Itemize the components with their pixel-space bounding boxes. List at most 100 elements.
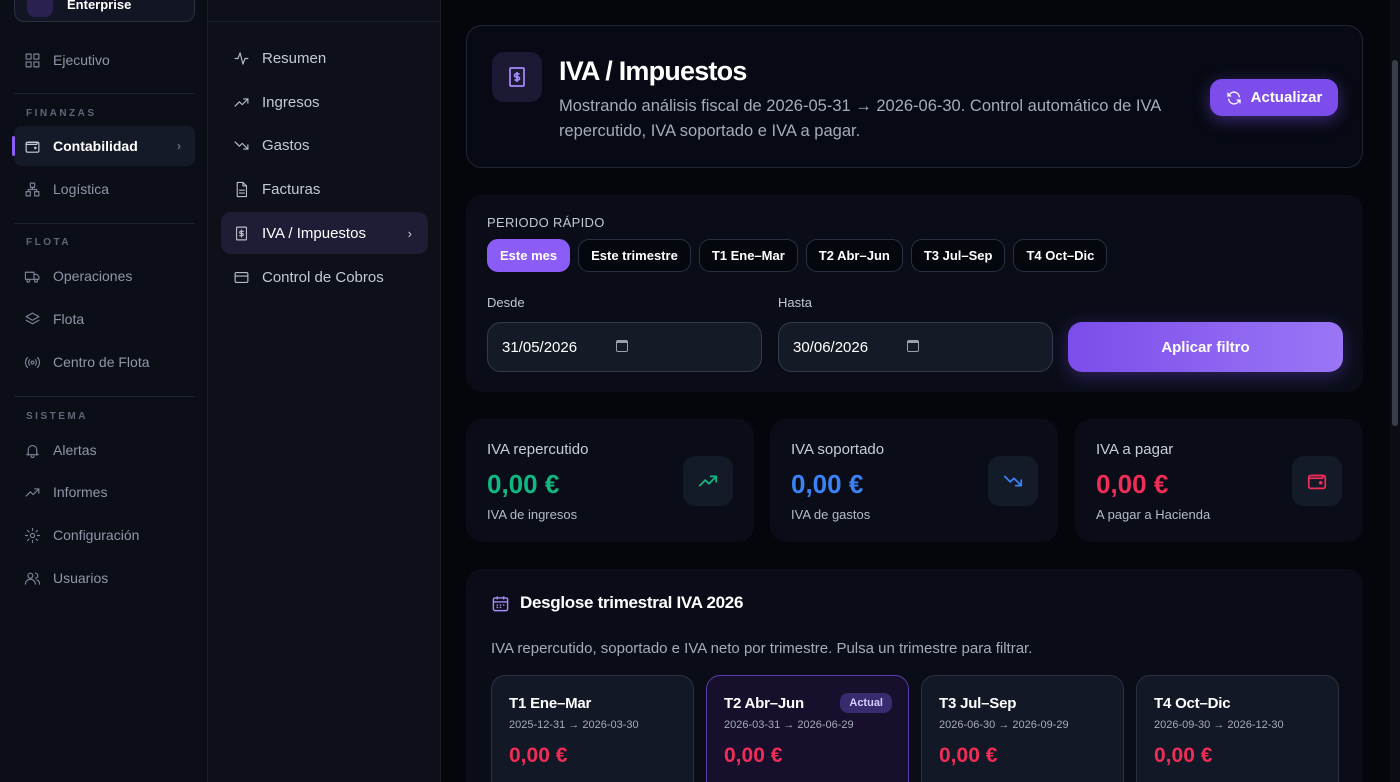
chip-este-mes[interactable]: Este mes bbox=[487, 239, 571, 272]
trend-up-icon bbox=[233, 94, 250, 111]
stat-value: 0,00 € bbox=[1096, 469, 1169, 499]
chip-t4[interactable]: T4 Oct–Dic bbox=[1013, 239, 1108, 272]
scrollbar-thumb[interactable] bbox=[1392, 60, 1398, 426]
chip-t1[interactable]: T1 Ene–Mar bbox=[698, 239, 798, 272]
sidebar-item-label: Informes bbox=[53, 484, 108, 500]
subnav-item-gastos[interactable]: Gastos bbox=[221, 124, 428, 166]
gear-icon bbox=[24, 527, 41, 544]
sidebar-item-centro-de-flota[interactable]: Centro de Flota bbox=[14, 342, 195, 382]
sidebar-item-logistica[interactable]: Logística bbox=[14, 169, 195, 209]
sidebar-item-flota[interactable]: Flota bbox=[14, 299, 195, 339]
sub-navigation: Resumen Ingresos Gastos Facturas IVA / I… bbox=[208, 0, 441, 782]
brand-switcher[interactable]: Enterprise bbox=[14, 0, 195, 22]
users-icon bbox=[24, 570, 41, 587]
stat-subtitle: IVA de ingresos bbox=[487, 507, 578, 522]
page-scrollbar[interactable] bbox=[1390, 0, 1400, 782]
sidebar-item-operaciones[interactable]: Operaciones bbox=[14, 256, 195, 296]
sidebar-item-configuracion[interactable]: Configuración bbox=[14, 515, 195, 555]
quarter-card-t4[interactable]: T4 Oct–Dic 2026-09-30 → 2026-12-30 0,00 … bbox=[1136, 675, 1339, 782]
apply-filter-button[interactable]: Aplicar filtro bbox=[1068, 322, 1343, 372]
trend-down-icon bbox=[988, 456, 1038, 506]
main-sidebar: Enterprise Ejecutivo FINANZAS Contabilid… bbox=[0, 0, 208, 782]
sidebar-divider bbox=[14, 396, 195, 397]
subnav-item-iva-impuestos[interactable]: IVA / Impuestos › bbox=[221, 212, 428, 254]
subnav-item-facturas[interactable]: Facturas bbox=[221, 168, 428, 210]
quarter-value: 0,00 € bbox=[509, 744, 568, 767]
chevron-right-icon: › bbox=[177, 139, 181, 153]
sidebar-item-ejecutivo[interactable]: Ejecutivo bbox=[14, 40, 195, 80]
receipt-icon bbox=[233, 225, 250, 242]
subnav-item-label: IVA / Impuestos bbox=[262, 224, 366, 242]
quarter-name: T4 Oct–Dic bbox=[1154, 695, 1231, 712]
sidebar-item-label: Contabilidad bbox=[53, 138, 138, 154]
to-date-label: Hasta bbox=[778, 295, 812, 310]
bell-icon bbox=[24, 442, 41, 459]
sidebar-item-usuarios[interactable]: Usuarios bbox=[14, 558, 195, 598]
activity-icon bbox=[233, 50, 250, 67]
truck-icon bbox=[24, 268, 41, 285]
quarter-range: 2026-03-31 → 2026-06-29 bbox=[724, 719, 854, 731]
trend-up-icon bbox=[683, 456, 733, 506]
subnav-item-control-de-cobros[interactable]: Control de Cobros bbox=[221, 256, 428, 298]
subnav-item-label: Control de Cobros bbox=[262, 268, 384, 286]
stat-value: 0,00 € bbox=[487, 469, 560, 499]
quick-period-chips: Este mes Este trimestre T1 Ene–Mar T2 Ab… bbox=[487, 239, 1108, 272]
page-header: IVA / Impuestos Mostrando análisis fisca… bbox=[466, 25, 1363, 168]
grid-icon bbox=[24, 52, 41, 69]
network-icon bbox=[24, 181, 41, 198]
quarter-range: 2026-09-30 → 2026-12-30 bbox=[1154, 719, 1284, 731]
quarter-card-t3[interactable]: T3 Jul–Sep 2026-06-30 → 2026-09-29 0,00 … bbox=[921, 675, 1124, 782]
layers-icon bbox=[24, 311, 41, 328]
calendar-icon[interactable] bbox=[907, 340, 919, 352]
subnav-item-label: Facturas bbox=[262, 180, 321, 198]
breakdown-title: Desglose trimestral IVA 2026 bbox=[520, 593, 744, 612]
quarter-card-t1[interactable]: T1 Ene–Mar 2025-12-31 → 2026-03-30 0,00 … bbox=[491, 675, 694, 782]
sidebar-divider bbox=[14, 223, 195, 224]
subnav-item-resumen[interactable]: Resumen bbox=[221, 37, 428, 79]
chevron-right-icon: › bbox=[407, 225, 412, 241]
subnav-item-ingresos[interactable]: Ingresos bbox=[221, 81, 428, 123]
receipt-icon bbox=[492, 52, 542, 102]
quarter-range: 2026-06-30 → 2026-09-29 bbox=[939, 719, 1069, 731]
subnav-item-label: Gastos bbox=[262, 136, 310, 154]
trend-down-icon bbox=[233, 137, 250, 154]
sidebar-item-label: Usuarios bbox=[53, 570, 109, 586]
subnav-item-label: Resumen bbox=[262, 49, 327, 67]
from-date-value: 31/05/2026 bbox=[502, 338, 578, 356]
stat-title: IVA a pagar bbox=[1096, 441, 1174, 458]
from-date-label: Desde bbox=[487, 295, 525, 310]
quarterly-breakdown: Desglose trimestral IVA 2026 IVA repercu… bbox=[466, 569, 1363, 782]
section-label-flota: FLOTA bbox=[26, 237, 72, 248]
wallet-icon bbox=[1292, 456, 1342, 506]
chip-t2[interactable]: T2 Abr–Jun bbox=[805, 239, 903, 272]
quarter-card-t2[interactable]: T2 Abr–Jun Actual 2026-03-31 → 2026-06-2… bbox=[706, 675, 909, 782]
stat-subtitle: A pagar a Hacienda bbox=[1096, 507, 1211, 522]
quarter-name: T2 Abr–Jun bbox=[724, 695, 804, 712]
calendar-icon bbox=[492, 595, 509, 611]
sidebar-divider bbox=[14, 93, 195, 94]
from-date-input[interactable]: 31/05/2026 bbox=[487, 322, 762, 372]
chip-este-trimestre[interactable]: Este trimestre bbox=[578, 239, 691, 272]
section-label-finanzas: FINANZAS bbox=[26, 108, 97, 119]
brand-logo-icon bbox=[27, 0, 53, 17]
page-description: Mostrando análisis fiscal de 2026-05-31 … bbox=[559, 97, 1161, 140]
sidebar-item-label: Ejecutivo bbox=[53, 52, 110, 68]
sidebar-item-informes[interactable]: Informes bbox=[14, 472, 195, 512]
stat-card-iva-repercutido: IVA repercutido 0,00 € IVA de ingresos bbox=[466, 419, 754, 542]
quarter-name: T1 Ene–Mar bbox=[509, 695, 592, 712]
section-label-sistema: SISTEMA bbox=[26, 411, 88, 422]
sidebar-item-alertas[interactable]: Alertas bbox=[14, 430, 195, 470]
chip-t3[interactable]: T3 Jul–Sep bbox=[910, 239, 1006, 272]
sidebar-item-label: Flota bbox=[53, 311, 85, 327]
sidebar-item-label: Centro de Flota bbox=[53, 354, 150, 370]
to-date-input[interactable]: 30/06/2026 bbox=[778, 322, 1053, 372]
brand-name: Enterprise bbox=[67, 0, 132, 12]
calendar-icon[interactable] bbox=[616, 340, 628, 352]
sidebar-item-label: Operaciones bbox=[53, 268, 133, 284]
refresh-button[interactable]: Actualizar bbox=[1210, 79, 1338, 116]
stat-value: 0,00 € bbox=[791, 469, 864, 499]
page-title: IVA / Impuestos bbox=[559, 56, 747, 86]
sidebar-item-label: Alertas bbox=[53, 442, 97, 458]
refresh-icon bbox=[1226, 90, 1241, 105]
sidebar-item-contabilidad[interactable]: Contabilidad › bbox=[12, 126, 195, 166]
